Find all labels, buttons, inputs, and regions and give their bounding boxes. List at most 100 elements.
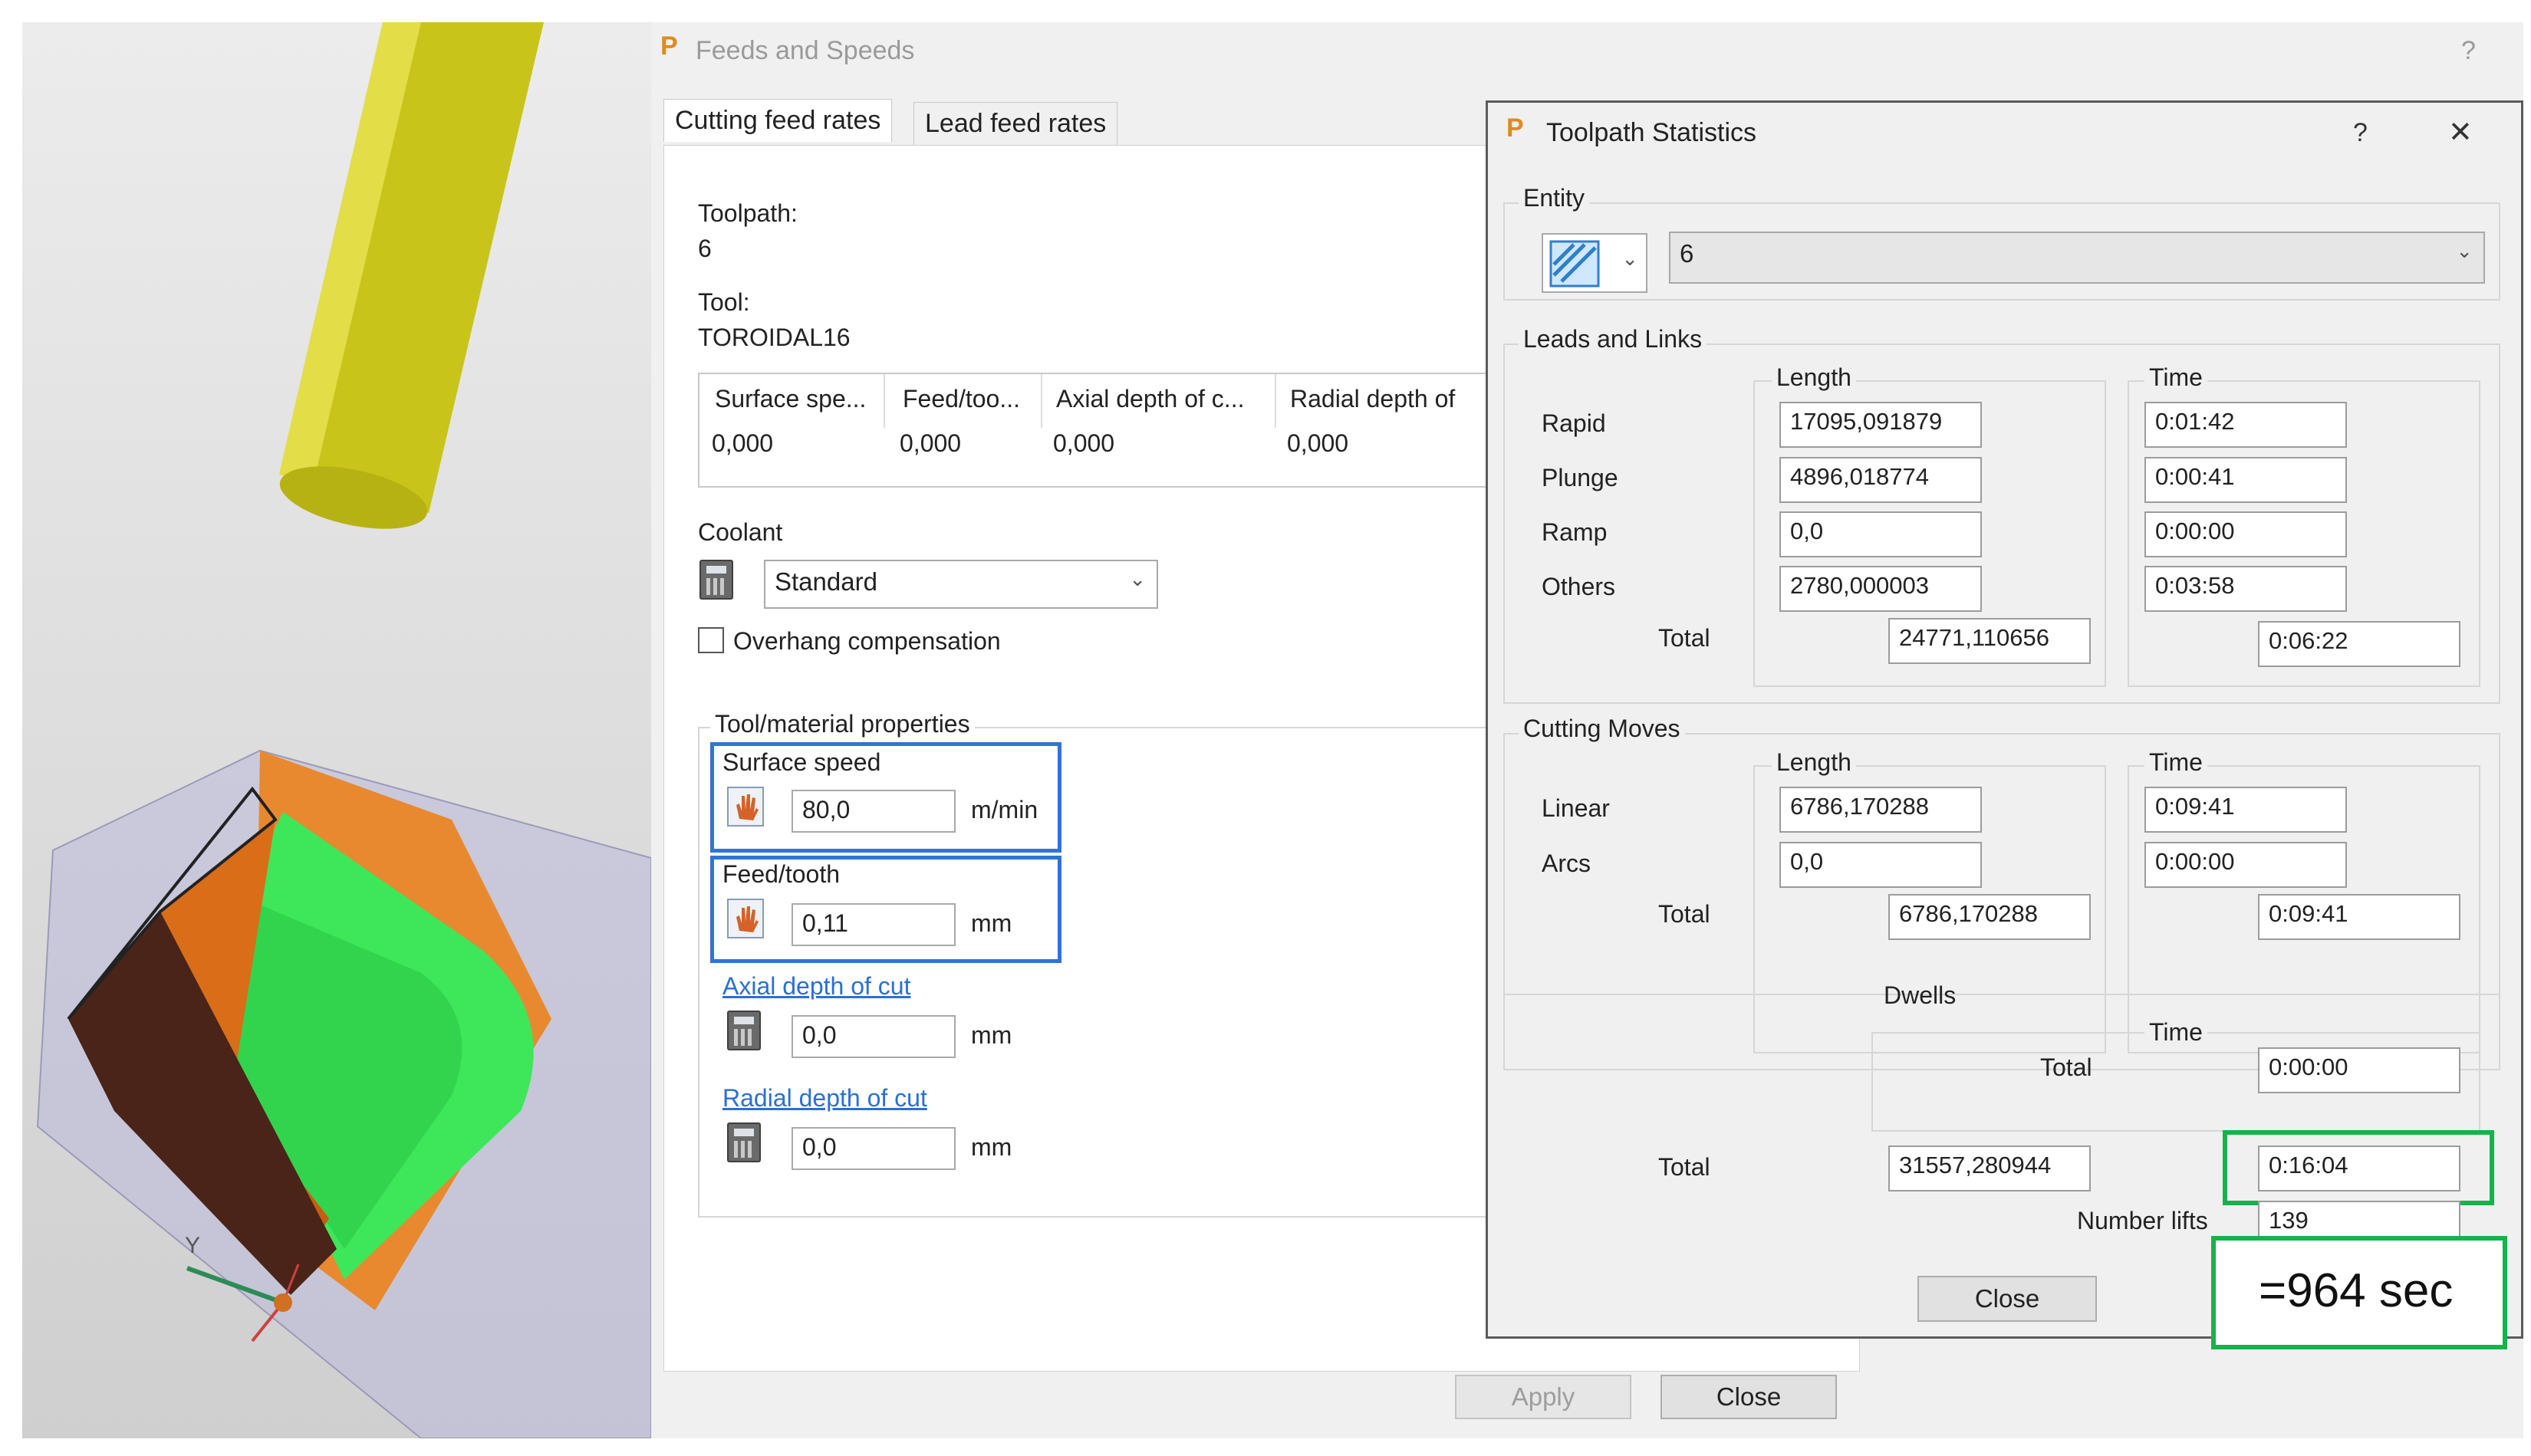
close-icon[interactable]: ✕	[2448, 115, 2473, 150]
feed-tooth-label: Feed/tooth	[722, 860, 840, 888]
close-button[interactable]: Close	[1660, 1375, 1837, 1419]
grid-cell-surface-speed: 0,000	[712, 429, 774, 457]
cutting-total-time: 0:09:41	[2258, 894, 2460, 940]
leads-time-header: Time	[2144, 363, 2207, 392]
radial-depth-unit: mm	[971, 1133, 1012, 1161]
rapid-label: Rapid	[1542, 409, 1606, 437]
leads-length-header: Length	[1772, 363, 1856, 392]
grid-cell-axial-depth: 0,000	[1053, 429, 1115, 457]
rapid-time: 0:01:42	[2144, 402, 2347, 448]
number-lifts-label: Number lifts	[2077, 1207, 2208, 1234]
entity-select[interactable]: 6 ⌄	[1669, 232, 2485, 284]
rapid-length: 17095,091879	[1779, 402, 1982, 448]
plunge-length: 4896,018774	[1779, 457, 1982, 503]
cutting-time-header: Time	[2144, 748, 2207, 777]
manual-edit-icon[interactable]	[727, 899, 764, 938]
cutting-total-label: Total	[1658, 900, 1710, 928]
others-label: Others	[1542, 573, 1616, 600]
grid-header-feed-tooth[interactable]: Feed/too...	[903, 385, 1020, 413]
entity-select-value: 6	[1680, 239, 1694, 268]
dwells-separator	[1503, 994, 2500, 995]
time-annotation-box: =964 sec	[2211, 1236, 2507, 1349]
entity-label: Entity	[1519, 184, 1590, 212]
app-logo-icon: P	[660, 31, 678, 61]
coolant-select-value: Standard	[775, 567, 877, 596]
grand-total-label: Total	[1658, 1153, 1710, 1181]
help-icon[interactable]: ?	[2461, 36, 2476, 66]
ramp-length: 0,0	[1779, 511, 1982, 557]
coolant-select[interactable]: Standard ⌄	[764, 560, 1158, 609]
toolpath-label: Toolpath:	[698, 199, 798, 227]
coolant-label: Coolant	[698, 518, 783, 546]
leads-total-time: 0:06:22	[2258, 621, 2460, 667]
cutting-tool	[279, 22, 544, 529]
grid-cell-radial-depth: 0,000	[1287, 429, 1349, 457]
surface-speed-input[interactable]: 80,0	[792, 790, 956, 833]
tab-lead-feed-rates[interactable]: Lead feed rates	[913, 102, 1118, 145]
plunge-label: Plunge	[1542, 464, 1618, 491]
dwells-total-time: 0:00:00	[2258, 1047, 2460, 1093]
chevron-down-icon: ⌄	[2456, 239, 2473, 262]
radial-depth-input[interactable]: 0,0	[792, 1127, 956, 1170]
chevron-down-icon: ⌄	[1621, 247, 1638, 270]
feed-tooth-input[interactable]: 0,11	[792, 903, 956, 946]
leads-total-label: Total	[1658, 624, 1710, 652]
tool-value: TOROIDAL16	[698, 324, 851, 351]
axial-depth-unit: mm	[971, 1021, 1012, 1049]
stats-dialog-title: Toolpath Statistics	[1546, 118, 1757, 147]
entity-type-select[interactable]: ⌄	[1542, 233, 1647, 293]
3d-viewport[interactable]: Y	[22, 22, 651, 1438]
cutting-length-header: Length	[1772, 748, 1856, 777]
manual-edit-icon[interactable]	[727, 787, 764, 827]
linear-label: Linear	[1542, 794, 1610, 822]
grid-header-axial-depth[interactable]: Axial depth of c...	[1056, 385, 1244, 413]
cutting-moves-title: Cutting Moves	[1519, 715, 1685, 743]
leads-links-title: Leads and Links	[1519, 325, 1707, 353]
calculator-icon[interactable]	[727, 1122, 761, 1162]
surface-speed-label: Surface speed	[722, 748, 881, 776]
dwells-time-header: Time	[2144, 1018, 2207, 1047]
feed-tooth-unit: mm	[971, 909, 1012, 937]
chevron-down-icon: ⌄	[1129, 567, 1146, 590]
dialog-title: Feeds and Speeds	[696, 36, 915, 65]
model-view-graphic: Y	[36, 22, 651, 1438]
toolpath-entity-icon	[1549, 240, 1600, 288]
overhang-checkbox[interactable]	[698, 627, 724, 653]
tool-material-label: Tool/material properties	[710, 710, 975, 738]
app-logo-icon: P	[1506, 113, 1524, 143]
radial-depth-link[interactable]: Radial depth of cut	[722, 1084, 927, 1113]
toolpath-statistics-dialog: P Toolpath Statistics ? ✕ Entity ⌄ 6 ⌄ L…	[1486, 100, 2523, 1339]
overhang-label: Overhang compensation	[733, 627, 1001, 655]
surface-speed-unit: m/min	[971, 796, 1038, 823]
grid-header-surface-speed[interactable]: Surface spe...	[715, 385, 866, 413]
tab-cutting-feed-rates[interactable]: Cutting feed rates	[663, 99, 893, 142]
linear-time: 0:09:41	[2144, 787, 2347, 833]
grand-total-time-highlight	[2223, 1130, 2494, 1205]
help-icon[interactable]: ?	[2353, 118, 2368, 148]
plunge-time: 0:00:41	[2144, 457, 2347, 503]
arcs-time: 0:00:00	[2144, 842, 2347, 888]
grid-cell-feed-tooth: 0,000	[900, 429, 962, 457]
calculator-icon[interactable]	[727, 1011, 761, 1050]
ramp-time: 0:00:00	[2144, 511, 2347, 557]
linear-length: 6786,170288	[1779, 787, 1982, 833]
stats-close-button[interactable]: Close	[1917, 1276, 2097, 1322]
grand-total-length: 31557,280944	[1888, 1145, 2091, 1191]
axis-y-label: Y	[185, 1233, 200, 1258]
cutting-total-length: 6786,170288	[1888, 894, 2091, 940]
axial-depth-input[interactable]: 0,0	[792, 1015, 956, 1058]
leads-total-length: 24771,110656	[1888, 618, 2091, 664]
dwells-title: Dwells	[1884, 981, 1957, 1009]
time-annotation-text: =964 sec	[2259, 1264, 2454, 1317]
toolpath-value: 6	[698, 235, 712, 262]
axial-depth-link[interactable]: Axial depth of cut	[722, 972, 910, 1001]
calculator-icon[interactable]	[699, 560, 733, 600]
grid-header-radial-depth[interactable]: Radial depth of	[1290, 385, 1455, 413]
ramp-label: Ramp	[1542, 518, 1608, 546]
dwells-total-label: Total	[2040, 1053, 2092, 1081]
arcs-label: Arcs	[1542, 850, 1591, 877]
others-time: 0:03:58	[2144, 566, 2347, 612]
arcs-length: 0,0	[1779, 842, 1982, 888]
tool-label: Tool:	[698, 288, 750, 316]
apply-button[interactable]: Apply	[1455, 1375, 1631, 1419]
